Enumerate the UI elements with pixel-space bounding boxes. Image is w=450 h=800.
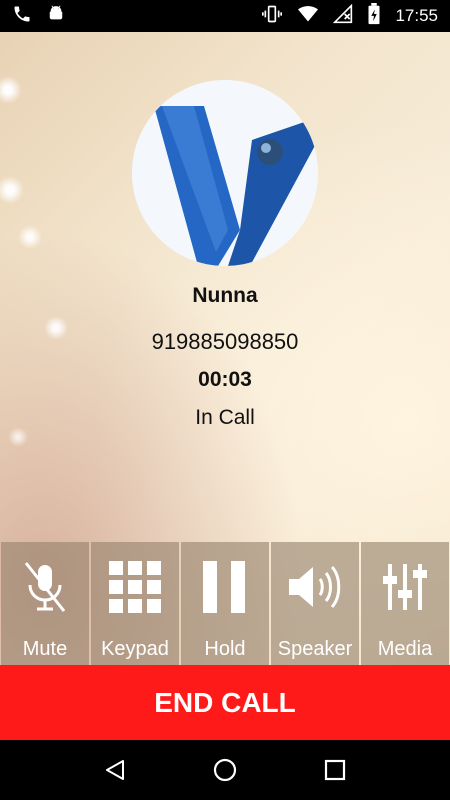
keypad-label: Keypad xyxy=(101,638,169,660)
contact-number: 919885098850 xyxy=(151,329,299,354)
keypad-button[interactable]: Keypad xyxy=(91,542,179,665)
pause-icon xyxy=(181,556,269,618)
contact-avatar xyxy=(132,80,318,266)
contact-name: Nunna xyxy=(192,284,258,307)
speaker-label: Speaker xyxy=(277,638,353,660)
navigation-bar xyxy=(0,740,450,800)
android-icon xyxy=(46,4,66,29)
signal-off-icon xyxy=(333,3,353,29)
recents-button[interactable] xyxy=(315,750,355,790)
status-left-group xyxy=(12,4,66,29)
mute-button[interactable]: Mute xyxy=(1,542,89,665)
status-right-group: 17:55 xyxy=(261,2,438,30)
vibrate-icon xyxy=(261,4,283,29)
call-status: In Call xyxy=(195,406,255,429)
call-screen: Nunna 919885098850 00:03 In Call Mute Ke… xyxy=(0,32,450,740)
keypad-icon xyxy=(91,556,179,618)
recents-icon xyxy=(324,759,346,781)
call-duration: 00:03 xyxy=(198,368,252,391)
wifi-icon xyxy=(297,4,319,29)
call-controls: Mute Keypad Hold Speaker Media xyxy=(0,542,450,665)
media-label: Media xyxy=(377,638,433,660)
home-button[interactable] xyxy=(205,750,245,790)
speaker-icon xyxy=(271,556,359,618)
status-bar: 17:55 xyxy=(0,0,450,32)
speaker-button[interactable]: Speaker xyxy=(271,542,359,665)
media-button[interactable]: Media xyxy=(361,542,449,665)
phone-icon xyxy=(12,4,32,29)
battery-icon xyxy=(367,2,381,30)
back-button[interactable] xyxy=(95,750,135,790)
hold-button[interactable]: Hold xyxy=(181,542,269,665)
mic-off-icon xyxy=(1,556,89,618)
home-icon xyxy=(213,758,237,782)
end-call-button[interactable]: END CALL xyxy=(0,665,450,740)
clock: 17:55 xyxy=(395,6,438,25)
mute-label: Mute xyxy=(22,638,68,660)
equalizer-icon xyxy=(361,556,449,618)
contact-logo-icon xyxy=(132,80,318,266)
hold-label: Hold xyxy=(204,638,246,660)
back-icon xyxy=(106,760,124,780)
